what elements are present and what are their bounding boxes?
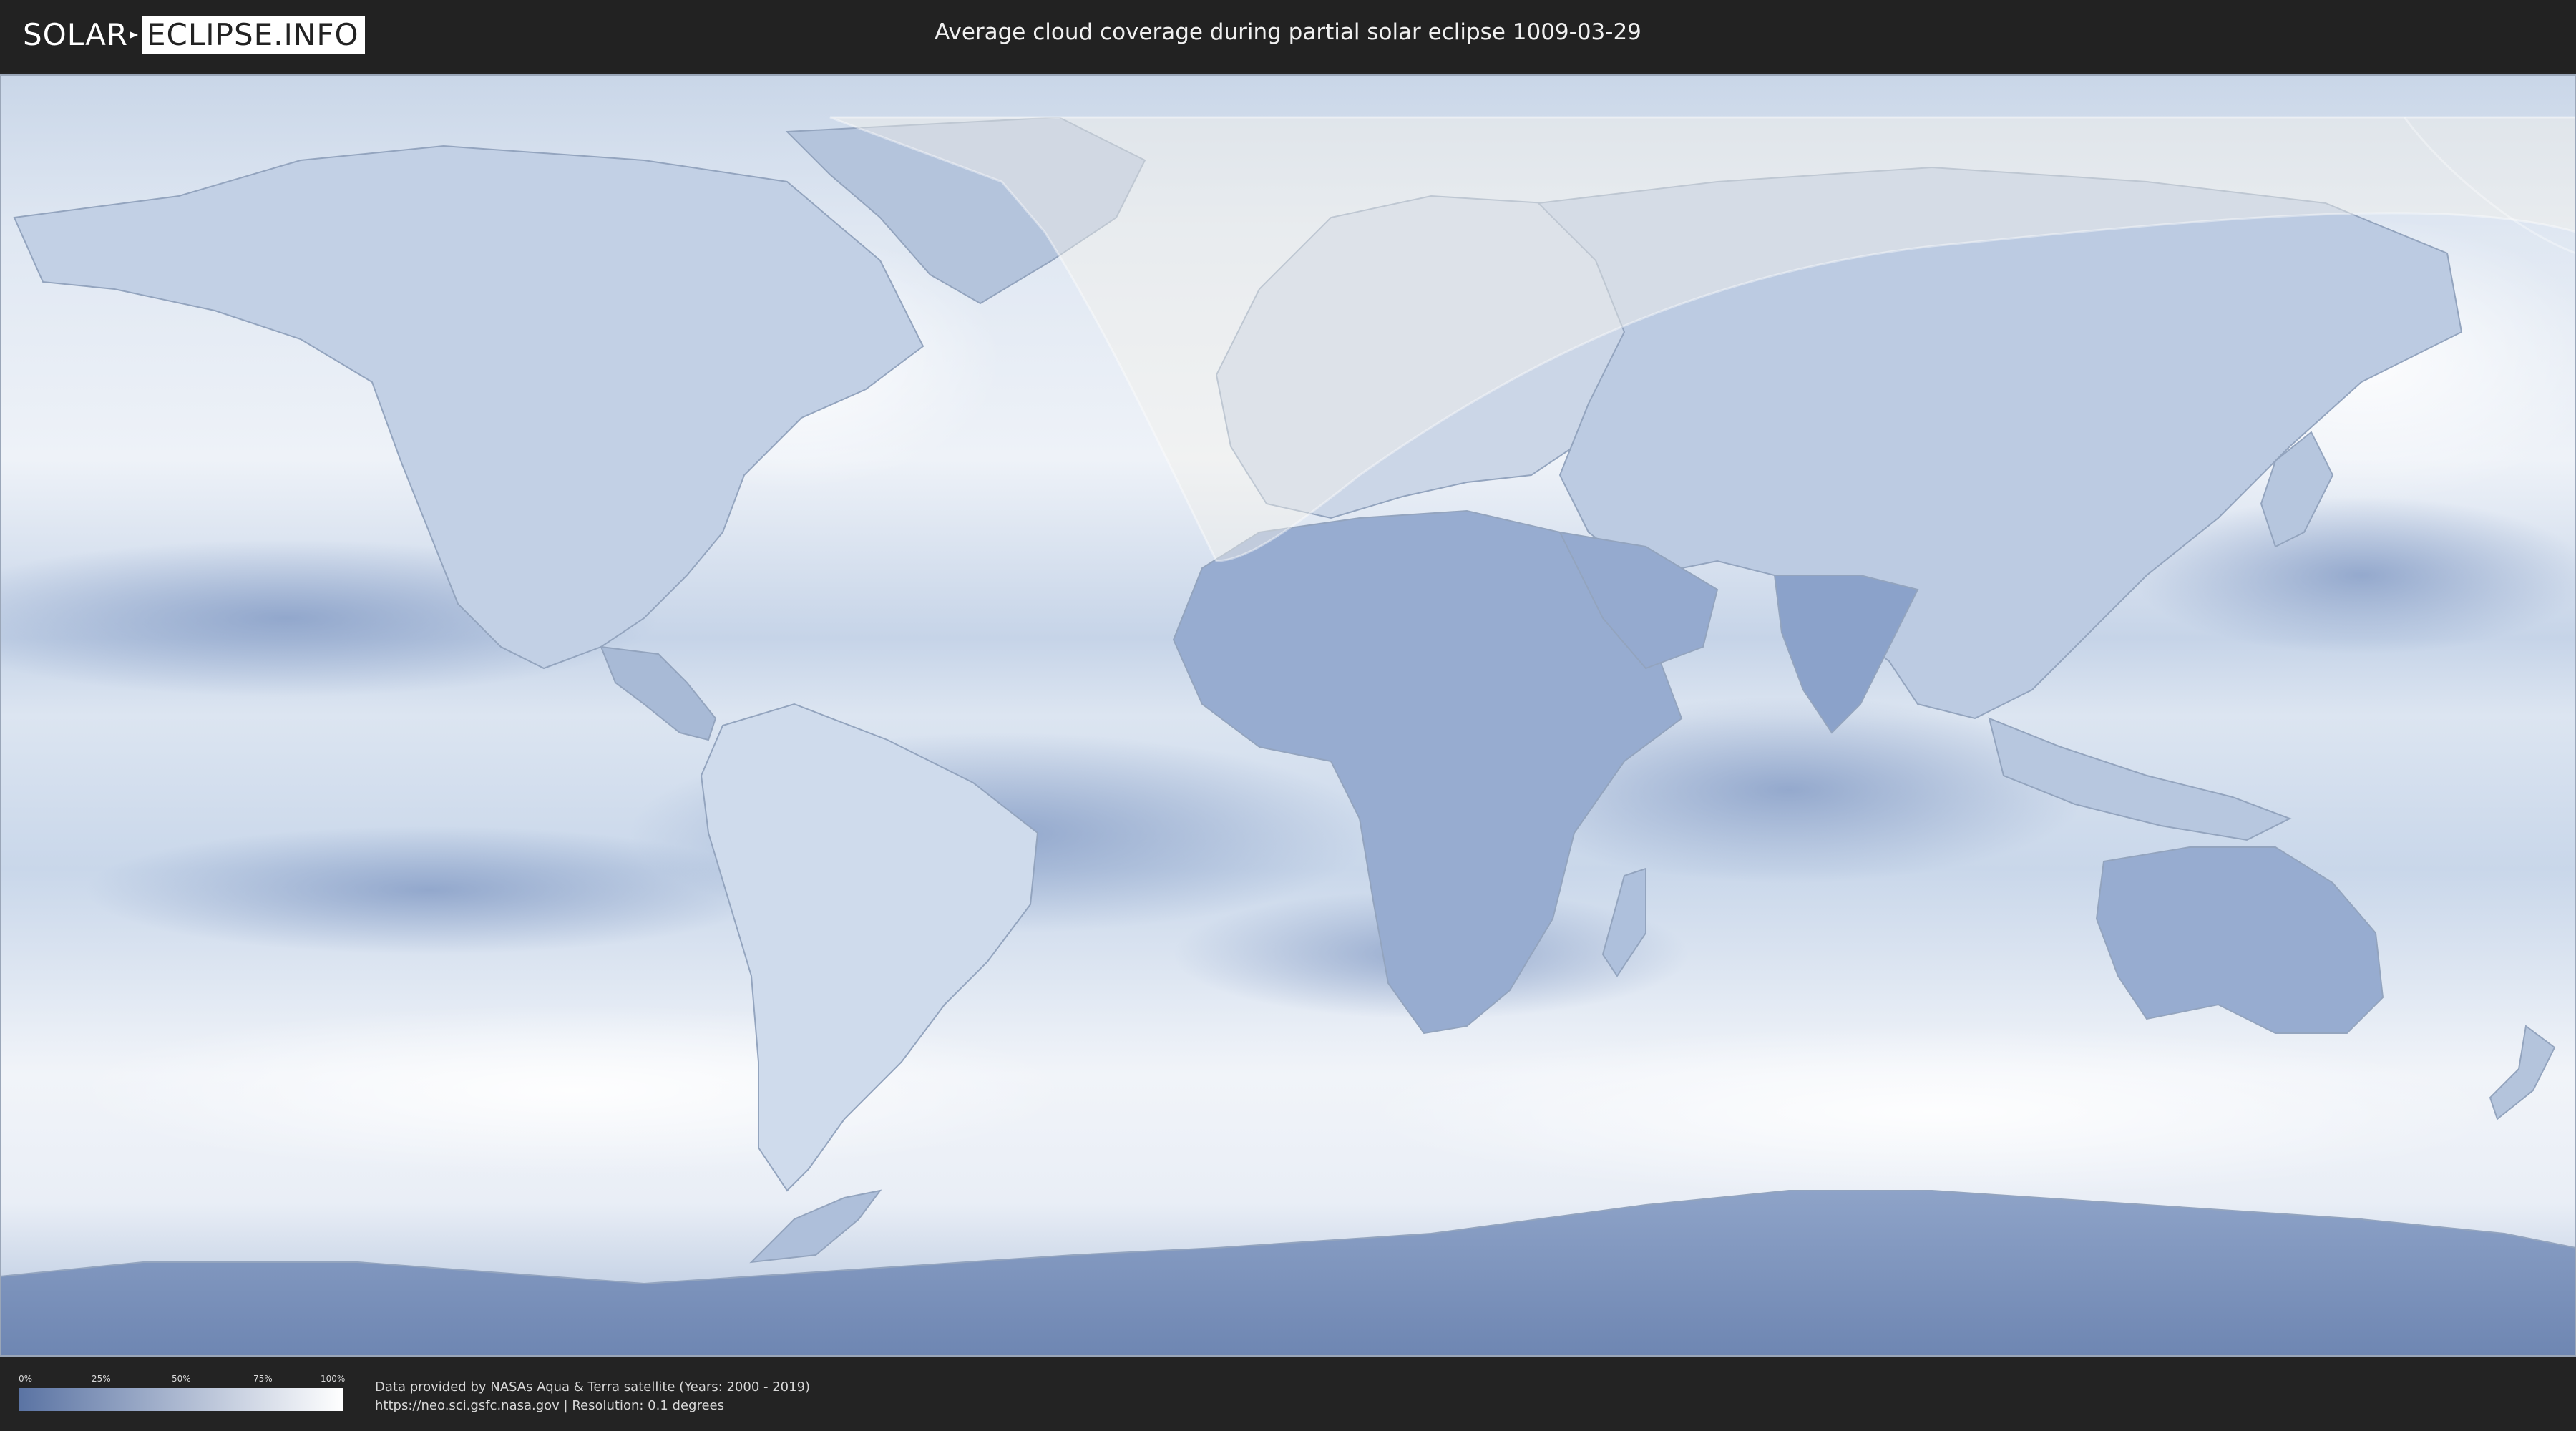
page-title: Average cloud coverage during partial so… bbox=[935, 19, 1641, 45]
credits-line-url[interactable]: https://neo.sci.gsfc.nasa.gov | Resoluti… bbox=[375, 1397, 810, 1415]
legend-color-bar bbox=[19, 1388, 343, 1411]
cloud-coverage-map bbox=[0, 74, 2576, 1357]
legend-tick-75: 75% bbox=[253, 1374, 273, 1384]
data-credits: Data provided by NASAs Aqua & Terra sate… bbox=[375, 1378, 810, 1415]
legend-tick-25: 25% bbox=[92, 1374, 111, 1384]
world-map bbox=[0, 74, 2576, 1357]
cloud-coverage-legend: 0% 25% 50% 75% 100% bbox=[19, 1374, 346, 1412]
legend-tick-50: 50% bbox=[172, 1374, 191, 1384]
page: SOLAR ECLIPSE.INFO Average cloud coverag… bbox=[0, 0, 2576, 1431]
credits-line-source: Data provided by NASAs Aqua & Terra sate… bbox=[375, 1379, 811, 1395]
header-bar: SOLAR ECLIPSE.INFO Average cloud coverag… bbox=[0, 0, 2576, 72]
footer-bar: 0% 25% 50% 75% 100% Data provided by NAS… bbox=[0, 1357, 2576, 1431]
legend-tick-0: 0% bbox=[19, 1374, 33, 1384]
legend-tick-100: 100% bbox=[321, 1374, 346, 1384]
